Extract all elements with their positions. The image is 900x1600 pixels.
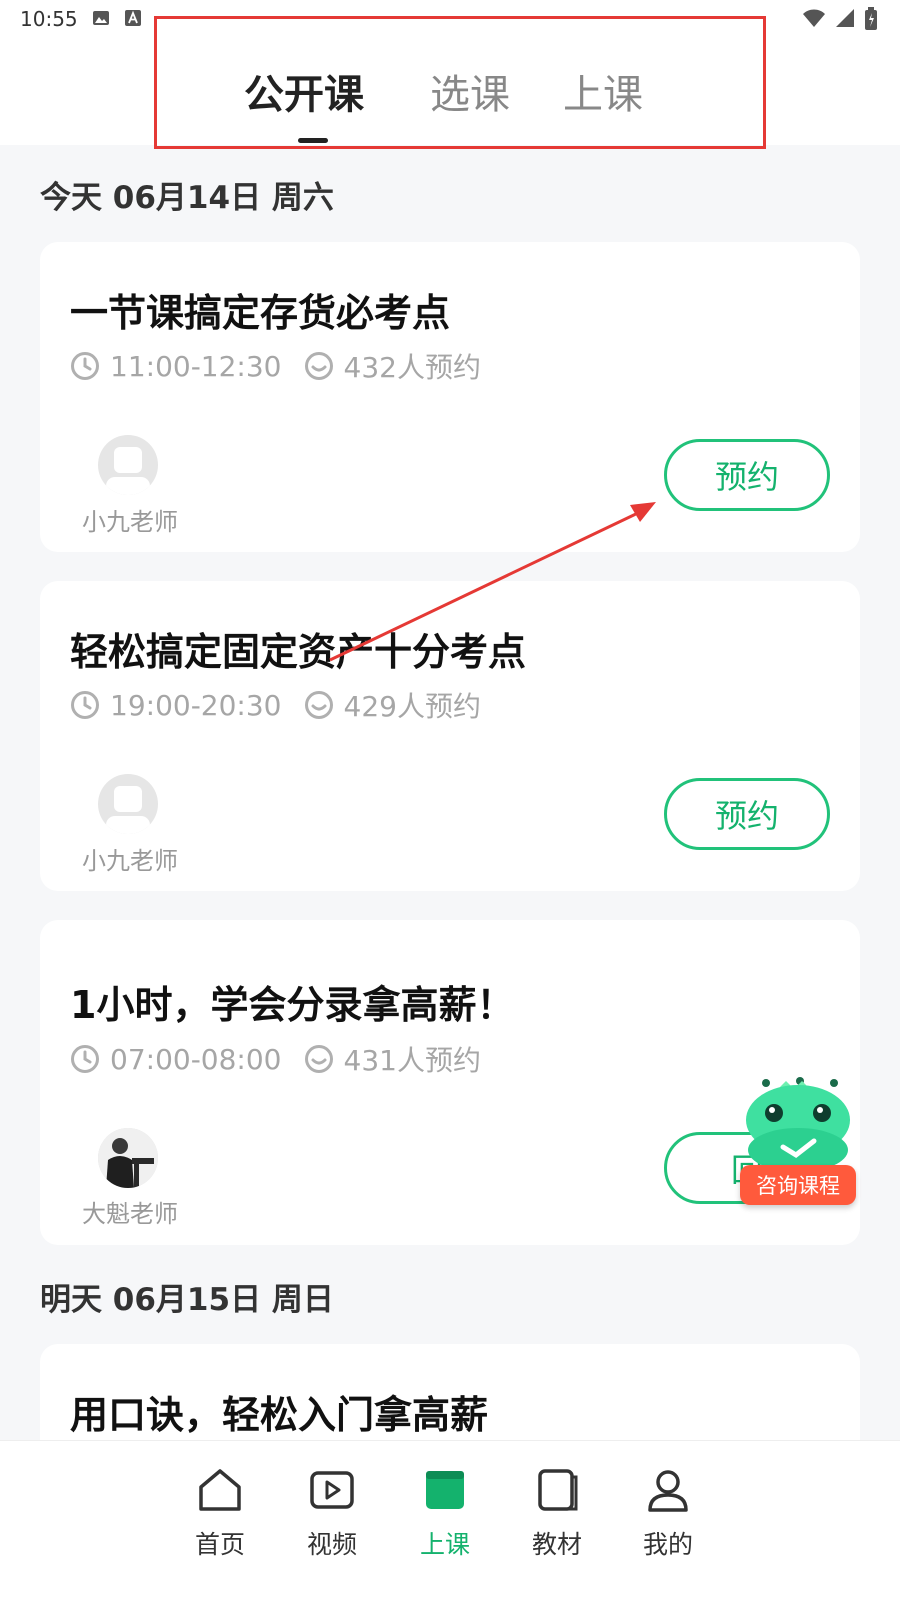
bottom-navigation: 首页 视频 上课 教材 我的 (0, 1440, 900, 1600)
nav-mine-label: 我的 (642, 1530, 693, 1559)
nav-home-label: 首页 (194, 1530, 245, 1559)
nav-home[interactable]: 首页 (180, 1465, 260, 1561)
nav-textbook-label: 教材 (531, 1530, 582, 1559)
screen: 10:55 公开课 选课 上课 今天 06月14日 周六 一节课搞定存货必考点 … (0, 0, 900, 1600)
home-icon (199, 1469, 241, 1511)
annotation-arrow (329, 502, 656, 662)
nav-video[interactable]: 视频 (292, 1465, 372, 1561)
user-icon (648, 1470, 688, 1512)
nav-textbook[interactable]: 教材 (517, 1465, 597, 1561)
nav-mine[interactable]: 我的 (628, 1465, 708, 1561)
class-icon (426, 1471, 464, 1509)
video-icon (310, 1471, 354, 1509)
nav-class-label: 上课 (419, 1530, 470, 1559)
nav-video-label: 视频 (306, 1530, 357, 1559)
book-icon (538, 1469, 578, 1511)
nav-class[interactable]: 上课 (405, 1465, 485, 1561)
